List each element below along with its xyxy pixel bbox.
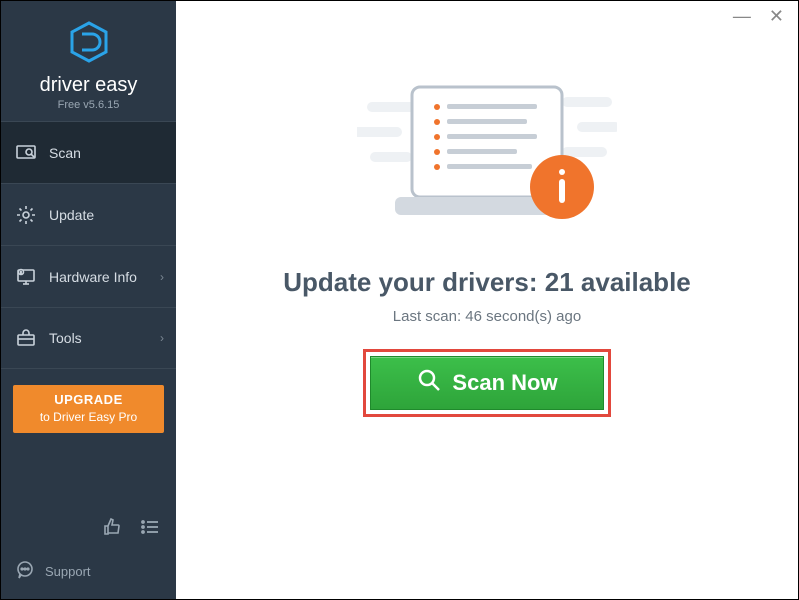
gear-icon [15,204,37,226]
thumbs-up-icon[interactable] [102,517,122,542]
toolbox-icon [15,327,37,349]
upgrade-button[interactable]: UPGRADE to Driver Easy Pro [13,385,164,433]
brand-version: Free v5.6.15 [1,99,176,111]
search-icon [416,367,442,399]
chevron-right-icon: › [160,270,164,284]
app-window: — ✕ driver easy Free v5.6.15 [0,0,799,600]
scan-highlight-box: Scan Now [363,349,611,417]
main-panel: Update your drivers: 21 available Last s… [176,1,798,599]
sidebar-item-label: Update [49,207,94,223]
support-label: Support [45,564,91,579]
window-controls: — ✕ [733,1,798,31]
logo-block: driver easy Free v5.6.15 [1,1,176,121]
sidebar-item-tools[interactable]: Tools › [1,307,176,369]
minimize-icon[interactable]: — [733,6,751,27]
svg-text:i: i [21,270,22,275]
sidebar-item-support[interactable]: Support [1,548,176,599]
sidebar-nav: Scan Update i Hardware In [1,121,176,369]
last-scan-text: Last scan: 46 second(s) ago [176,308,798,325]
sidebar-item-hardware[interactable]: i Hardware Info › [1,245,176,307]
headline: Update your drivers: 21 available [176,267,798,298]
close-icon[interactable]: ✕ [769,6,784,27]
chat-icon [15,560,35,583]
sidebar-item-label: Tools [49,330,82,346]
app-logo-icon [66,19,112,70]
sidebar-item-label: Scan [49,145,81,161]
brand-name: driver easy [1,74,176,97]
sidebar-item-update[interactable]: Update [1,183,176,245]
available-count: 21 [545,267,574,297]
sidebar-item-scan[interactable]: Scan [1,121,176,183]
headline-prefix: Update your drivers: [283,267,545,297]
sidebar-item-label: Hardware Info [49,269,137,285]
upgrade-line2: to Driver Easy Pro [17,409,160,425]
sidebar: driver easy Free v5.6.15 Scan [1,1,176,599]
upgrade-line1: UPGRADE [17,391,160,409]
laptop-illustration [176,77,798,247]
scan-now-label: Scan Now [452,370,557,396]
chevron-right-icon: › [160,331,164,345]
list-icon[interactable] [140,517,160,542]
sidebar-footer-icons [1,511,176,548]
scan-icon [15,142,37,164]
monitor-icon: i [15,266,37,288]
headline-suffix: available [574,267,691,297]
scan-now-button[interactable]: Scan Now [370,356,604,410]
